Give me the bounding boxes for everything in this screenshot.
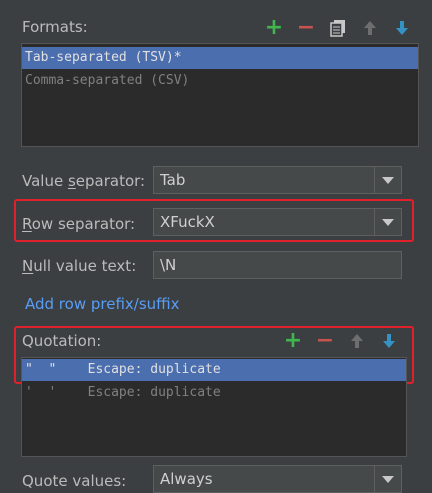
move-quotation-up-icon[interactable] [347, 331, 367, 351]
formats-label: Formats: [22, 18, 88, 36]
chevron-down-icon[interactable] [374, 209, 401, 235]
row-separator-label: Row separator: [22, 215, 136, 233]
chevron-down-icon[interactable] [374, 466, 401, 492]
value-separator-value: Tab [160, 171, 186, 189]
list-item[interactable]: ' ' Escape: duplicate [22, 382, 406, 404]
value-separator-label: Value separator: [22, 172, 146, 190]
formats-list[interactable]: Tab-separated (TSV)* Comma-separated (CS… [21, 43, 419, 147]
value-separator-combo[interactable]: Tab [153, 166, 402, 194]
remove-quotation-icon[interactable]: − [315, 330, 335, 352]
list-item[interactable]: Tab-separated (TSV)* [22, 47, 418, 69]
null-value-text: \N [160, 256, 177, 274]
quote-values-combo[interactable]: Always [153, 465, 402, 493]
row-separator-value: XFuckX [160, 213, 215, 231]
move-format-up-icon[interactable] [360, 18, 380, 38]
add-quotation-icon[interactable]: + [283, 330, 303, 352]
add-format-icon[interactable]: + [264, 17, 284, 39]
copy-format-icon[interactable] [328, 18, 348, 38]
quotation-label: Quotation: [22, 332, 102, 350]
null-value-field[interactable]: \N [153, 251, 402, 279]
list-item[interactable]: " " Escape: duplicate [22, 359, 406, 381]
move-quotation-down-icon[interactable] [379, 331, 399, 351]
remove-format-icon[interactable]: − [296, 17, 316, 39]
list-item[interactable]: Comma-separated (CSV) [22, 70, 418, 92]
quote-values-value: Always [160, 470, 213, 488]
row-separator-combo[interactable]: XFuckX [153, 208, 402, 236]
quote-values-label: Quote values: [22, 472, 127, 490]
move-format-down-icon[interactable] [392, 18, 412, 38]
chevron-down-icon[interactable] [374, 167, 401, 193]
null-value-label: Null value text: [22, 257, 137, 275]
quotation-list[interactable]: " " Escape: duplicate ' ' Escape: duplic… [21, 357, 407, 457]
add-row-prefix-suffix-link[interactable]: Add row prefix/suffix [25, 295, 180, 313]
